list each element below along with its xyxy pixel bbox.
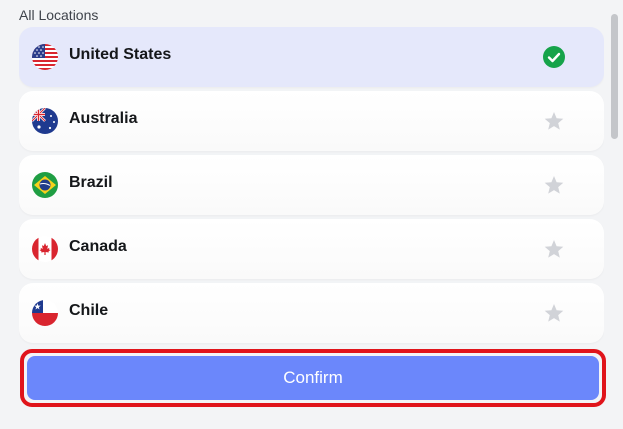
confirm-highlight: Confirm xyxy=(20,349,606,407)
location-name: Canada xyxy=(69,238,127,255)
star-icon[interactable] xyxy=(543,302,565,324)
ca-flag-icon xyxy=(32,236,58,262)
location-name: Brazil xyxy=(69,174,113,191)
star-icon[interactable] xyxy=(543,174,565,196)
location-name: Chile xyxy=(69,302,109,319)
location-name: Australia xyxy=(69,110,138,127)
location-row-united-states[interactable]: United States xyxy=(19,27,604,87)
location-row-canada[interactable]: Canada xyxy=(19,219,604,279)
location-list[interactable]: United States Australia Brazil Canada Ch… xyxy=(19,27,604,345)
us-flag-icon xyxy=(32,44,58,70)
star-icon[interactable] xyxy=(543,110,565,132)
selected-check-icon xyxy=(543,46,565,68)
br-flag-icon xyxy=(32,172,58,198)
star-icon[interactable] xyxy=(543,238,565,260)
scrollbar-thumb[interactable] xyxy=(611,14,618,139)
confirm-button[interactable]: Confirm xyxy=(27,356,599,400)
location-row-australia[interactable]: Australia xyxy=(19,91,604,151)
cl-flag-icon xyxy=(32,300,58,326)
location-row-chile[interactable]: Chile xyxy=(19,283,604,343)
au-flag-icon xyxy=(32,108,58,134)
location-row-brazil[interactable]: Brazil xyxy=(19,155,604,215)
section-label: All Locations xyxy=(19,7,99,23)
location-name: United States xyxy=(69,46,172,63)
